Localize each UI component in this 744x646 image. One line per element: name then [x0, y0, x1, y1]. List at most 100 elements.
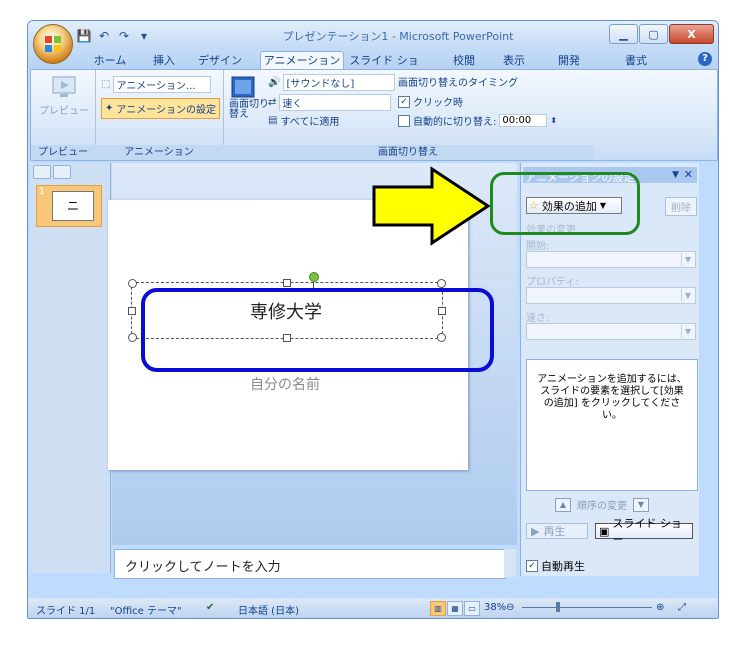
notes-scrollbar[interactable] — [504, 549, 516, 577]
move-up-icon[interactable]: ▲ — [555, 497, 571, 512]
redo-icon[interactable]: ↷ — [116, 28, 132, 44]
on-click-checkbox[interactable]: ✓ クリック時 — [398, 94, 463, 109]
transition-icon — [231, 76, 255, 98]
sound-icon: 🔊 — [268, 77, 281, 88]
help-icon[interactable]: ? — [698, 52, 712, 66]
slideshow-icon: ▣ — [599, 524, 610, 538]
animation-hint: アニメーションを追加するには、スライドの要素を選択して[効果の追加] をクリック… — [537, 374, 687, 421]
tab-developer[interactable]: 開発 — [553, 52, 585, 69]
resize-handle[interactable] — [128, 279, 137, 288]
animation-list[interactable]: アニメーションを追加するには、スライドの要素を選択して[効果の追加] をクリック… — [526, 359, 698, 491]
slide-thumbnail[interactable]: ニ — [52, 191, 94, 221]
spin-icon[interactable]: ⬍ — [550, 116, 557, 125]
slides-pane: 1 ニ — [30, 163, 111, 573]
tab-design[interactable]: デザイン — [198, 52, 242, 69]
play-icon: ▶ — [531, 524, 540, 538]
animate-dropdown[interactable]: ⬚ アニメーション... — [101, 76, 211, 93]
tab-slideshow[interactable]: スライド ショー — [344, 52, 424, 84]
start-label: 開始: — [526, 241, 550, 252]
group-label-preview: プレビュー — [31, 145, 95, 160]
speed-dropdown[interactable]: 速く — [279, 94, 392, 111]
tab-home[interactable]: ホーム — [90, 52, 130, 69]
notes-pane[interactable]: クリックしてノートを入力 — [114, 549, 506, 579]
tab-animation[interactable]: アニメーション — [260, 51, 344, 69]
autopreview-checkbox[interactable]: ✓ 自動再生 — [526, 558, 585, 574]
chevron-down-icon: ▼ — [681, 289, 694, 302]
custom-animation-button[interactable]: ✦ アニメーションの設定 — [101, 98, 220, 119]
zoom-level: 38% — [484, 602, 507, 613]
status-bar: スライド 1/1 "Office テーマ" ✔ 日本語 (日本) ▥ ▦ ▭ 3… — [28, 598, 718, 618]
zoom-slider[interactable] — [522, 607, 652, 608]
office-logo-icon — [45, 36, 61, 52]
zoom-slider-thumb[interactable] — [556, 602, 560, 612]
delete-button[interactable]: 削除 — [665, 197, 697, 216]
transition-button[interactable]: 画面切り替え — [229, 74, 269, 120]
play-button[interactable]: ▶ 再生 — [526, 523, 588, 539]
tab-review[interactable]: 校閲 — [448, 52, 480, 69]
outline-tab[interactable] — [53, 165, 71, 179]
preview-button[interactable]: プレビュー — [39, 74, 89, 117]
start-dropdown[interactable]: ▼ — [526, 251, 696, 268]
maximize-button[interactable]: ▢ — [639, 24, 668, 44]
pane-tabs — [33, 165, 107, 179]
custom-animation-icon: ✦ — [105, 103, 114, 114]
sound-row: 🔊 [サウンドなし] — [268, 74, 396, 91]
speed-label: 速さ: — [526, 313, 550, 324]
slide-number: 1 — [39, 187, 45, 197]
resize-handle[interactable] — [128, 333, 137, 342]
speed-icon: ⇄ — [268, 97, 277, 108]
resize-handle[interactable] — [283, 279, 291, 287]
normal-view-icon[interactable]: ▥ — [430, 601, 446, 616]
timing-title: 画面切り替えのタイミング — [398, 78, 518, 89]
status-language[interactable]: 日本語 (日本) — [238, 602, 299, 617]
resize-handle[interactable] — [437, 279, 446, 288]
tab-view[interactable]: 表示 — [498, 52, 530, 69]
on-click-check-icon: ✓ — [398, 95, 410, 108]
quick-access-toolbar: 💾 ↶ ↷ ▾ — [76, 27, 152, 45]
slideshow-view-icon[interactable]: ▭ — [464, 601, 480, 616]
slide-subtitle[interactable]: 自分の名前 — [135, 374, 435, 394]
auto-after-checkbox[interactable]: 自動的に切り替え: 00:00 ⬍ — [398, 113, 557, 128]
customize-icon[interactable]: ▾ — [136, 28, 152, 44]
save-icon[interactable]: 💾 — [76, 28, 92, 44]
sorter-view-icon[interactable]: ▦ — [447, 601, 463, 616]
property-dropdown[interactable]: ▼ — [526, 287, 696, 304]
group-animation: ⬚ アニメーション... ✦ アニメーションの設定 アニメーション — [95, 70, 224, 160]
tab-format[interactable]: 書式 — [620, 52, 652, 69]
undo-icon[interactable]: ↶ — [96, 28, 112, 44]
property-label: プロパティ: — [526, 277, 579, 288]
ribbon: プレビュー プレビュー ⬚ アニメーション... ✦ アニメーションの設定 アニ… — [30, 69, 718, 161]
pane-close-icon[interactable]: ✕ — [684, 168, 693, 181]
rotation-handle[interactable] — [309, 272, 319, 282]
minimize-icon: ▁ — [619, 27, 628, 41]
slides-tab[interactable] — [33, 165, 51, 179]
maximize-icon: ▢ — [648, 27, 659, 41]
zoom-in-icon[interactable]: ⊕ — [656, 602, 664, 613]
zoom-out-icon[interactable]: ⊖ — [506, 602, 514, 613]
slideshow-button[interactable]: ▣ スライド ショー — [595, 517, 693, 546]
pane-menu-icon[interactable]: ▼ — [672, 170, 679, 180]
office-button[interactable] — [33, 24, 73, 64]
move-down-icon[interactable]: ▼ — [633, 497, 649, 512]
ribbon-tabs: ホーム 挿入 デザイン アニメーション スライド ショー 校閲 表示 開発 書式… — [28, 49, 718, 84]
apply-all-button[interactable]: ▤ すべてに適用 — [268, 113, 339, 128]
spellcheck-icon[interactable]: ✔ — [206, 602, 214, 613]
window-title: プレゼンテーション1 - Microsoft PowerPoint — [282, 30, 514, 43]
autopreview-check-icon: ✓ — [526, 560, 538, 572]
group-preview: プレビュー プレビュー — [31, 70, 96, 160]
minimize-button[interactable]: ▁ — [609, 24, 638, 44]
fit-window-icon[interactable]: ⤢ — [678, 602, 686, 613]
effect-speed-dropdown[interactable]: ▼ — [526, 323, 696, 340]
notes-placeholder: クリックしてノートを入力 — [125, 560, 281, 575]
arrow-shape — [372, 166, 491, 246]
auto-time-input[interactable]: 00:00 — [499, 114, 548, 127]
group-transition: 画面切り替え 🔊 [サウンドなし] ⇄ 速く ▤ すべてに適用 画面切り替えのタ… — [223, 70, 593, 160]
sound-dropdown[interactable]: [サウンドなし] — [283, 74, 396, 91]
window-controls: ▁ ▢ X — [609, 24, 714, 44]
preview-icon — [52, 76, 76, 97]
group-label-transition: 画面切り替え — [223, 145, 593, 160]
close-button[interactable]: X — [669, 24, 714, 44]
view-buttons: ▥ ▦ ▭ — [430, 601, 480, 616]
tab-insert[interactable]: 挿入 — [148, 52, 180, 69]
speed-row: ⇄ 速く — [268, 94, 392, 111]
